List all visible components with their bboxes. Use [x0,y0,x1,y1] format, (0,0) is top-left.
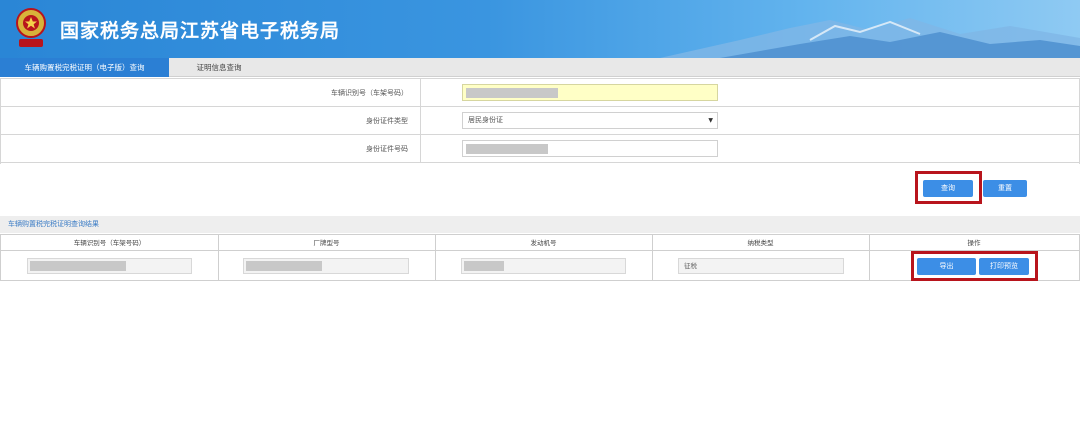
tax-emblem-icon [16,8,46,47]
tab-vehicle-tax-certificate[interactable]: 车辆购置税完税证明（电子版）查询 [0,58,169,77]
row-divider [420,135,421,163]
row-divider [420,107,421,135]
vin-cell [27,258,192,274]
form-row-vin: 车辆识别号（车架号码） [0,79,1080,107]
export-button[interactable]: 导出 [917,258,976,275]
column-divider [435,235,436,280]
redacted-value [30,261,126,271]
redacted-value [464,261,504,271]
vin-input[interactable] [462,84,718,101]
tax-type-value: 征税 [684,262,697,270]
reset-button[interactable]: 重置 [983,180,1027,197]
query-button[interactable]: 查询 [923,180,973,197]
model-cell [243,258,409,274]
column-header-tax-type: 纳税类型 [747,239,774,247]
id-type-value: 居民身份证 [468,116,503,124]
id-number-input[interactable] [462,140,718,157]
redacted-value [466,88,558,98]
id-type-select[interactable]: 居民身份证 ▼ [462,112,718,129]
column-header-actions: 操作 [967,239,981,247]
redacted-value [466,144,548,154]
column-header-model: 厂牌型号 [313,239,340,247]
header-banner: 国家税务总局江苏省电子税务局 [0,0,1080,58]
id-type-label: 身份证件类型 [366,117,408,125]
id-number-label: 身份证件号码 [366,145,408,153]
column-divider [869,235,870,280]
column-header-engine: 发动机号 [530,239,557,247]
row-divider [420,79,421,107]
column-divider [218,235,219,280]
site-title: 国家税务总局江苏省电子税务局 [60,20,341,42]
engine-cell [461,258,626,274]
results-section-title: 车辆购置税完税证明查询结果 [0,216,1080,233]
tax-type-cell: 征税 [678,258,844,274]
tab-certificate-info-query[interactable]: 证明信息查询 [169,58,269,77]
form-row-id-number: 身份证件号码 [0,135,1080,163]
redacted-value [246,261,322,271]
chevron-down-icon: ▼ [708,117,713,124]
column-header-vin: 车辆识别号（车架号码） [73,239,146,247]
print-preview-button[interactable]: 打印预览 [979,258,1029,275]
table-header: 车辆识别号（车架号码） 厂牌型号 发动机号 纳税类型 操作 [1,235,1079,251]
tab-bar: 车辆购置税完税证明（电子版）查询 证明信息查询 [0,58,1080,77]
column-divider [652,235,653,280]
page: 国家税务总局江苏省电子税务局 车辆购置税完税证明（电子版）查询 证明信息查询 车… [0,0,1080,431]
query-form: 车辆识别号（车架号码） 身份证件类型 居民身份证 ▼ 身份证件号码 [0,78,1080,164]
vin-label: 车辆识别号（车架号码） [331,89,408,97]
form-row-id-type: 身份证件类型 居民身份证 ▼ [0,107,1080,135]
great-wall-illustration [660,18,1080,58]
